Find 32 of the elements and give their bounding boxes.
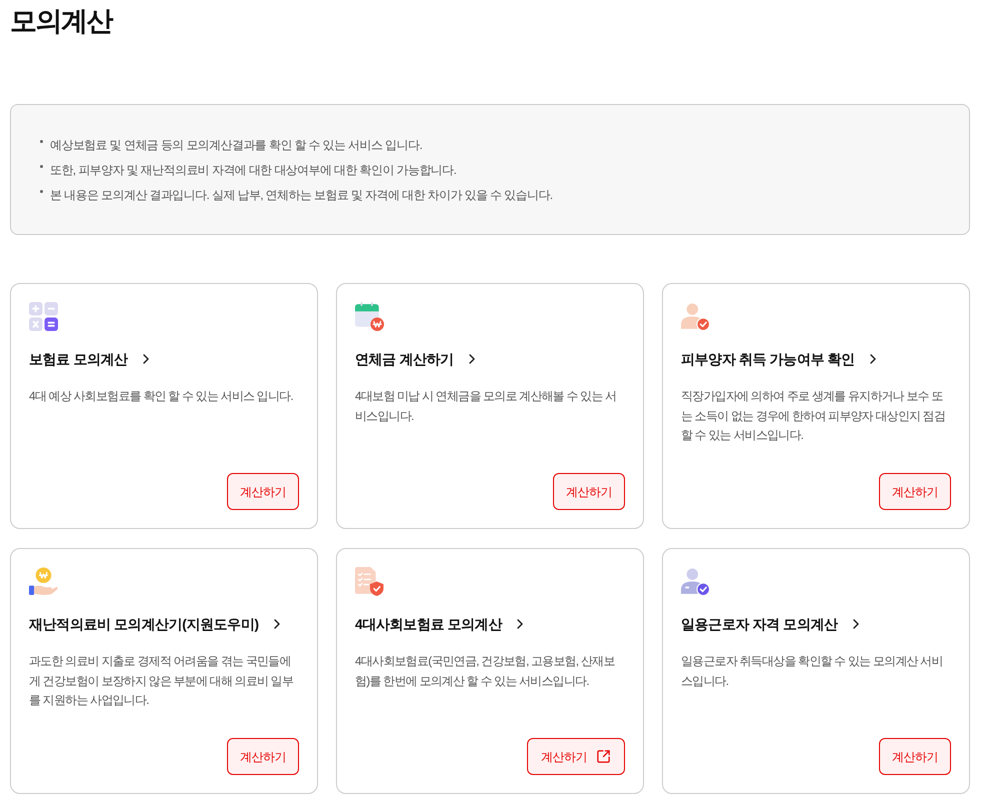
card-description: 4대보험 미납 시 연체금을 모의로 계산해볼 수 있는 서비스입니다.: [355, 388, 618, 424]
card-description: 과도한 의료비 지출로 경제적 어려움을 겪는 국민들에게 건강보험이 보장하지 않은 부분에 대해 의료비 일부를 지원하는 사업입니다.: [29, 653, 294, 709]
bullet-icon: [40, 190, 43, 193]
card-title-link[interactable]: 피부양자 취득 가능여부 확인: [681, 348, 881, 370]
calculate-button[interactable]: 계산하기: [879, 473, 951, 510]
notice-text: 본 내용은 모의계산 결과입니다. 실제 납부, 연체하는 보험료 및 자격에 대한 차이가 있을 수 있습니다.: [50, 186, 552, 202]
card-title-link[interactable]: 4대사회보험료 모의계산: [355, 613, 528, 635]
card-title-link[interactable]: 재난적의료비 모의계산기(지원도우미): [29, 613, 285, 635]
calculate-button[interactable]: 계산하기: [227, 738, 299, 775]
calculate-button[interactable]: 계산하기: [527, 738, 625, 775]
document-shield-icon: [355, 567, 384, 596]
card-title-link[interactable]: 연체금 계산하기: [355, 348, 480, 370]
user-check-icon: [681, 567, 710, 596]
calculate-button[interactable]: 계산하기: [227, 473, 299, 510]
calendar-won-icon: [355, 302, 384, 331]
external-link-icon: [596, 749, 611, 764]
card-title-link[interactable]: 일용근로자 자격 모의계산: [681, 613, 864, 635]
user-check-icon: [681, 302, 710, 331]
notice-text: 또한, 피부양자 및 재난적의료비 자격에 대한 대상여부에 대한 확인이 가능합니다.: [50, 162, 456, 178]
calculate-button[interactable]: 계산하기: [553, 473, 625, 510]
bullet-icon: [40, 165, 43, 168]
notice-text: 예상보험료 및 연체금 등의 모의계산결과를 확인 할 수 있는 서비스 입니다.: [50, 136, 422, 152]
card-description: 4대 예상 사회보험료를 확인 할 수 있는 서비스 입니다.: [29, 388, 294, 405]
page-title: 모의계산: [10, 5, 112, 38]
calculate-button[interactable]: 계산하기: [879, 738, 951, 775]
card-description: 직장가입자에 의하여 주로 생계를 유지하거나 보수 또는 소득이 없는 경우에 한하여 피부양자 대상인지 점검할 수 있는 서비스입니다.: [681, 388, 946, 444]
card-description: 일용근로자 취득대상을 확인할 수 있는 모의계산 서비스입니다.: [681, 653, 944, 690]
card-description: 4대사회보험료(국민연금, 건강보험, 고용보험, 산재보험)를 한번에 모의계산 할 수 있는 서비스입니다.: [355, 653, 616, 690]
calculator-icon: [29, 302, 58, 331]
bullet-icon: [40, 140, 43, 143]
card-title-link[interactable]: 보험료 모의계산: [29, 348, 154, 370]
hand-coin-icon: [29, 567, 58, 596]
